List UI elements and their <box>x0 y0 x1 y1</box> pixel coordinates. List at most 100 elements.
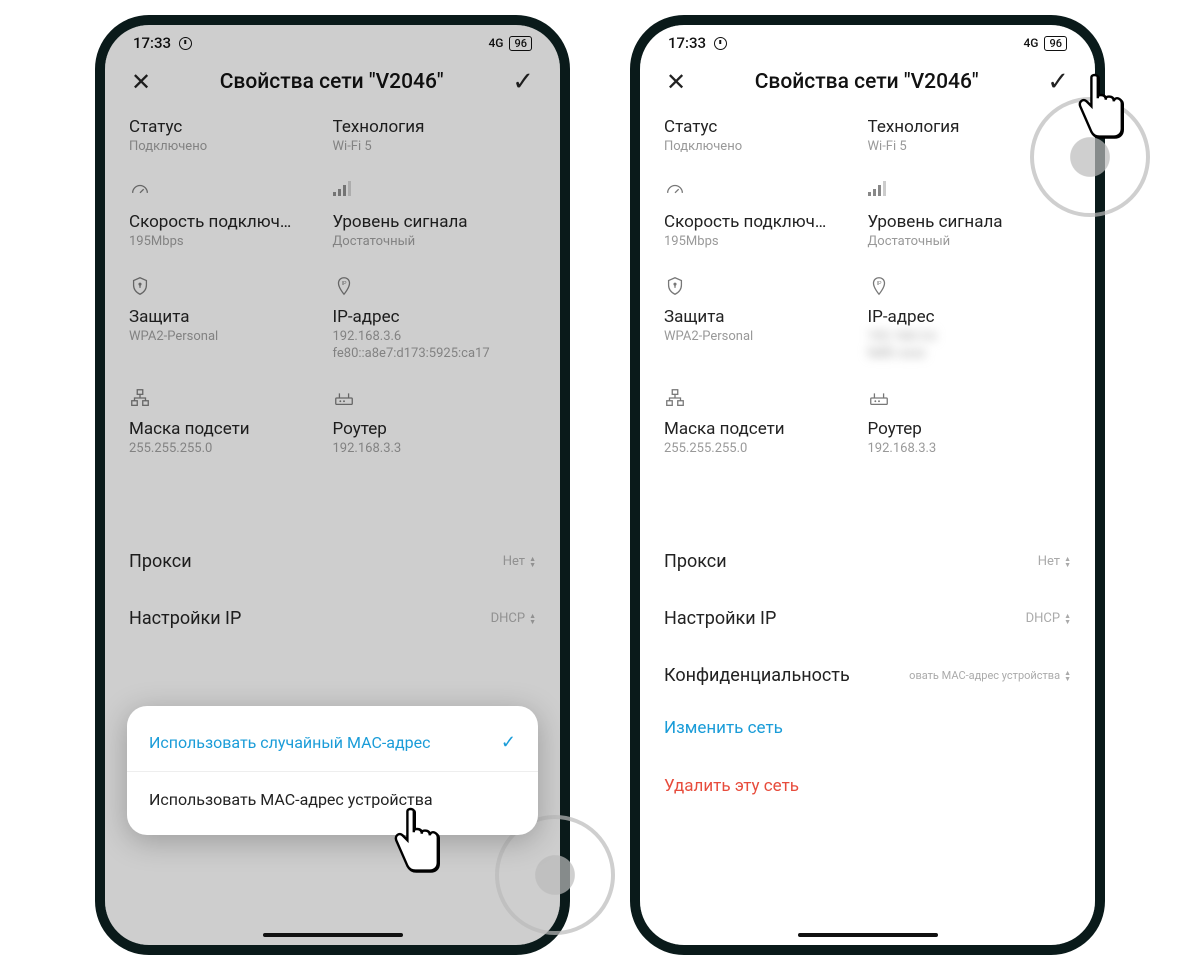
value-speed: 195Mbps <box>129 234 333 251</box>
close-icon[interactable]: ✕ <box>131 68 151 96</box>
row-ipset[interactable]: Настройки IP DHCP▲▼ <box>664 590 1071 647</box>
label-subnet: Маска подсети <box>129 419 333 439</box>
label-security: Защита <box>664 307 868 327</box>
row-proxy[interactable]: Прокси Нет▲▼ <box>129 533 536 590</box>
cell-speed: Скорость подключ… 195Mbps <box>129 172 333 267</box>
label-privacy: Конфиденциальность <box>664 665 850 686</box>
link-delete[interactable]: Удалить эту сеть <box>664 762 1071 810</box>
label-router: Роутер <box>868 419 1072 439</box>
value-privacy: овать MAC-адрес устройства▲▼ <box>909 669 1071 682</box>
row-ipset[interactable]: Настройки IP DHCP▲▼ <box>129 590 536 647</box>
chevron-updown-icon: ▲▼ <box>1064 670 1071 682</box>
cell-ip: IP IP-адрес 192.168.3.6 fe80::a8e7:d173:… <box>333 267 537 379</box>
label-status: Статус <box>129 117 333 137</box>
row-privacy[interactable]: Конфиденциальность овать MAC-адрес устро… <box>664 647 1071 704</box>
cell-status: Статус Подключено <box>664 109 868 172</box>
value-ipset: DHCP▲▼ <box>1026 611 1071 626</box>
cell-router: Роутер 192.168.3.3 <box>333 379 537 474</box>
status-bar: 17:33 4G 96 <box>640 25 1095 57</box>
cell-speed: Скорость подключ… 195Mbps <box>664 172 868 267</box>
cell-router: Роутер 192.168.3.3 <box>868 379 1072 474</box>
cell-subnet: Маска подсети 255.255.255.0 <box>664 379 868 474</box>
value-tech: Wi-Fi 5 <box>333 139 537 156</box>
label-tech: Технология <box>333 117 537 137</box>
cell-signal: Уровень сигнала Достаточный <box>333 172 537 267</box>
row-proxy[interactable]: Прокси Нет▲▼ <box>664 533 1071 590</box>
router-icon <box>333 387 537 415</box>
label-ipset: Настройки IP <box>664 608 776 629</box>
alarm-icon <box>179 37 192 50</box>
shield-icon <box>664 275 868 303</box>
chevron-updown-icon: ▲▼ <box>1064 556 1071 568</box>
label-subnet: Маска подсети <box>664 419 868 439</box>
svg-text:IP: IP <box>341 281 346 287</box>
net-type: 4G <box>488 36 503 50</box>
label-speed: Скорость подключ… <box>129 212 333 232</box>
value-proxy: Нет▲▼ <box>503 554 536 569</box>
header: ✕ Свойства сети "V2046" ✓ <box>105 57 560 109</box>
header: ✕ Свойства сети "V2046" ✓ <box>640 57 1095 109</box>
signal-icon <box>333 180 537 208</box>
chevron-updown-icon: ▲▼ <box>529 556 536 568</box>
cell-tech: Технология Wi-Fi 5 <box>333 109 537 172</box>
value-security: WPA2-Personal <box>664 329 868 346</box>
value-signal: Достаточный <box>333 234 537 251</box>
label-proxy: Прокси <box>129 551 192 572</box>
router-icon <box>868 387 1072 415</box>
battery-icon: 96 <box>509 36 532 51</box>
mac-popup: Использовать случайный MAC-адрес ✓ Испол… <box>127 706 538 835</box>
close-icon[interactable]: ✕ <box>666 68 686 96</box>
page-title: Свойства сети "V2046" <box>220 70 444 94</box>
page-title: Свойства сети "V2046" <box>755 70 979 94</box>
value-ipset: DHCP▲▼ <box>491 611 536 626</box>
popup-option-random-mac[interactable]: Использовать случайный MAC-адрес ✓ <box>127 714 538 772</box>
value-subnet: 255.255.255.0 <box>664 441 868 458</box>
chevron-updown-icon: ▲▼ <box>529 613 536 625</box>
status-time: 17:33 <box>668 34 706 52</box>
check-icon: ✓ <box>501 732 516 753</box>
label-security: Защита <box>129 307 333 327</box>
popup-option-label: Использовать случайный MAC-адрес <box>149 733 430 752</box>
cell-ip: IP IP-адрес 192.168.3.6fe80::xxxx <box>868 267 1072 379</box>
confirm-icon[interactable]: ✓ <box>512 67 534 97</box>
speed-icon <box>129 180 333 208</box>
speed-icon <box>664 180 868 208</box>
label-speed: Скорость подключ… <box>664 212 868 232</box>
value-ip1: 192.168.3.6 <box>333 329 537 346</box>
net-type: 4G <box>1023 36 1038 50</box>
value-speed: 195Mbps <box>664 234 868 251</box>
label-ip: IP-адрес <box>868 307 1072 327</box>
value-subnet: 255.255.255.0 <box>129 441 333 458</box>
cursor-hand-icon <box>385 805 449 885</box>
status-right: 4G 96 <box>488 36 532 51</box>
label-signal: Уровень сигнала <box>333 212 537 232</box>
confirm-icon[interactable]: ✓ <box>1047 67 1069 97</box>
cell-status: Статус Подключено <box>129 109 333 172</box>
home-indicator[interactable] <box>798 933 938 937</box>
ip-icon: IP <box>333 275 537 303</box>
ip-icon: IP <box>868 275 1072 303</box>
label-proxy: Прокси <box>664 551 727 572</box>
link-edit[interactable]: Изменить сеть <box>664 704 1071 752</box>
subnet-icon <box>129 387 333 415</box>
status-right: 4G 96 <box>1023 36 1067 51</box>
value-security: WPA2-Personal <box>129 329 333 346</box>
chevron-updown-icon: ▲▼ <box>1064 613 1071 625</box>
label-signal: Уровень сигнала <box>868 212 1072 232</box>
svg-text:IP: IP <box>876 281 881 287</box>
label-router: Роутер <box>333 419 537 439</box>
value-proxy: Нет▲▼ <box>1038 554 1071 569</box>
value-status: Подключено <box>664 139 868 156</box>
home-indicator[interactable] <box>263 933 403 937</box>
subnet-icon <box>664 387 868 415</box>
label-ip: IP-адрес <box>333 307 537 327</box>
cell-security: Защита WPA2-Personal <box>129 267 333 379</box>
cell-subnet: Маска подсети 255.255.255.0 <box>129 379 333 474</box>
shield-icon <box>129 275 333 303</box>
cell-security: Защита WPA2-Personal <box>664 267 868 379</box>
label-status: Статус <box>664 117 868 137</box>
status-bar: 17:33 4G 96 <box>105 25 560 57</box>
battery-icon: 96 <box>1044 36 1067 51</box>
alarm-icon <box>714 37 727 50</box>
popup-option-device-mac[interactable]: Использовать MAC-адрес устройства <box>127 772 538 827</box>
